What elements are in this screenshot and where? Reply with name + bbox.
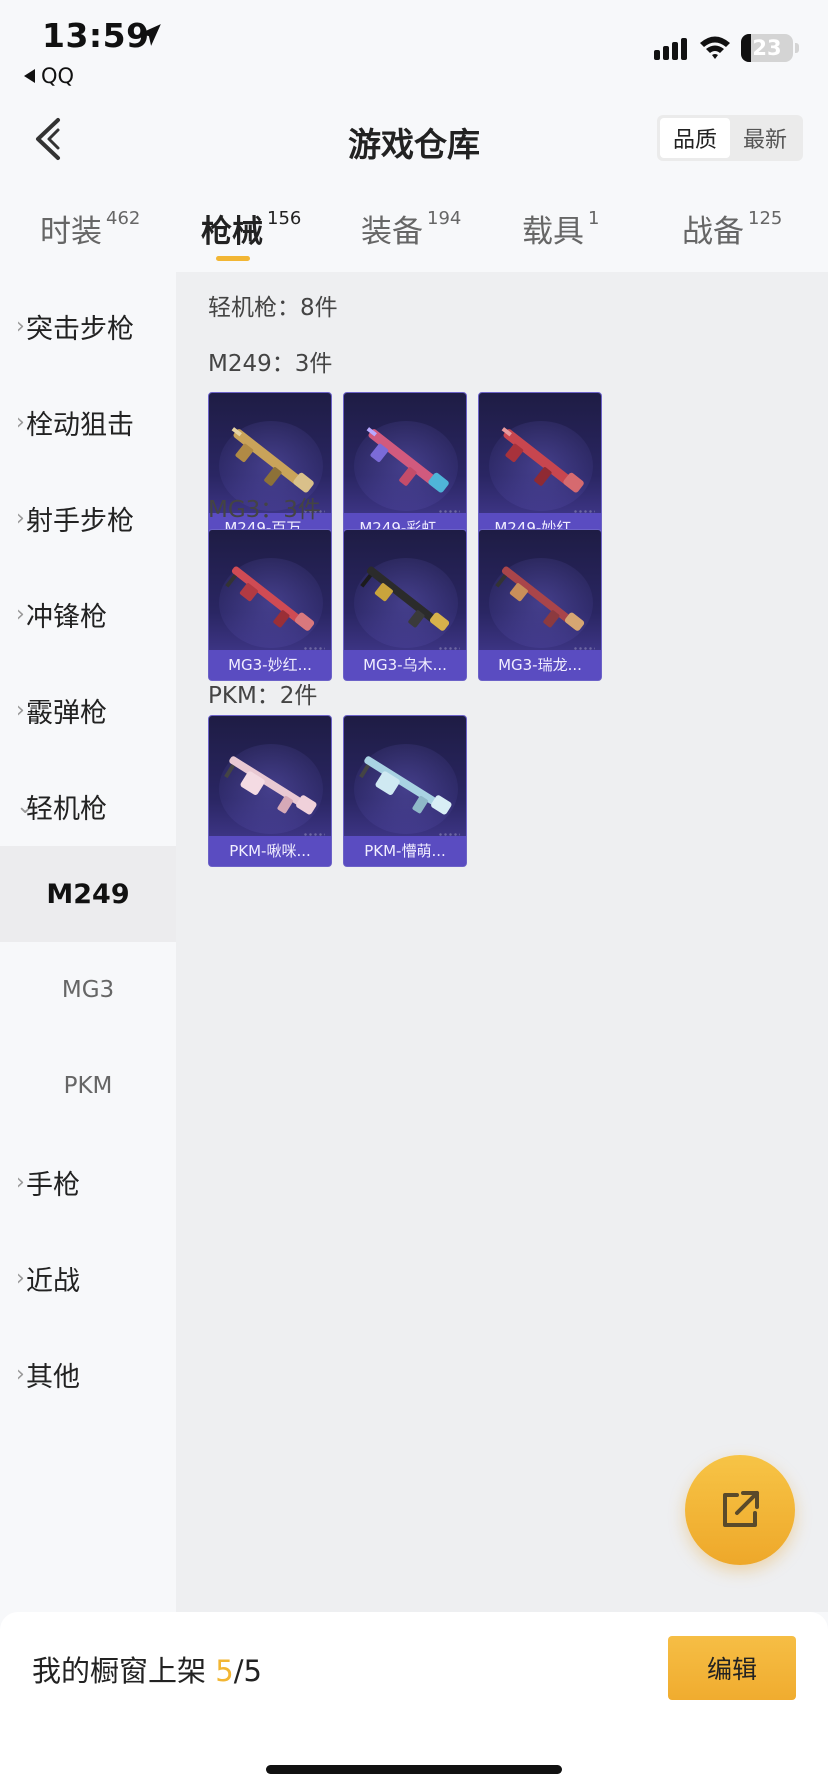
item-name: PKM-啾咪... xyxy=(209,836,331,866)
back-triangle-icon xyxy=(24,69,35,83)
battery-indicator: 23 xyxy=(741,34,793,62)
back-app-label: QQ xyxy=(41,64,75,88)
sidebar-item-bolt-sniper[interactable]: › 栓动狙击 xyxy=(0,374,176,470)
location-arrow-icon xyxy=(139,24,161,46)
sidebar-subitem-m249[interactable]: M249 xyxy=(0,846,176,942)
sidebar-item-label: 霰弹枪 xyxy=(26,697,107,729)
sidebar-item-smg[interactable]: › 冲锋枪 xyxy=(0,566,176,662)
chevron-right-icon: › xyxy=(16,1265,25,1291)
gun-skin-image xyxy=(225,566,315,631)
tab-equipment[interactable]: 装备 194 xyxy=(361,206,461,251)
page-header: 游戏仓库 品质 最新 xyxy=(0,96,828,188)
share-button[interactable] xyxy=(685,1455,795,1565)
group-title-m249: M249：3件 xyxy=(208,351,333,377)
sort-toggle: 品质 最新 xyxy=(657,115,803,161)
tab-count: 194 xyxy=(427,208,462,229)
sidebar-item-label: 轻机枪 xyxy=(26,793,107,825)
chevron-down-icon: ⌄ xyxy=(16,793,35,819)
share-external-icon xyxy=(723,1491,759,1527)
tab-label: 枪械 xyxy=(201,214,263,250)
sidebar-subitem-mg3[interactable]: MG3 xyxy=(0,942,176,1038)
tab-label: 战备 xyxy=(682,214,744,250)
item-card[interactable]: M249-妙红... xyxy=(478,392,602,544)
gun-skin-image xyxy=(501,427,584,493)
group-title-mg3: MG3：3件 xyxy=(208,497,321,523)
tab-vehicles[interactable]: 载具 1 xyxy=(522,206,599,251)
gun-skin-image xyxy=(366,427,449,493)
tab-count: 156 xyxy=(267,208,302,229)
showcase-total: /5 xyxy=(233,1654,262,1688)
sidebar-item-label: 手枪 xyxy=(26,1169,80,1201)
status-bar: 13:59 QQ 23 xyxy=(0,0,828,96)
gun-skin-image xyxy=(495,566,585,631)
category-title: 轻机枪：8件 xyxy=(208,295,338,321)
tab-label: 时装 xyxy=(40,214,102,250)
showcase-count: 5 xyxy=(215,1654,234,1688)
sidebar-item-label: 栓动狙击 xyxy=(26,409,134,441)
signal-icon xyxy=(654,38,687,60)
chevron-right-icon: › xyxy=(16,1361,25,1387)
gun-skin-image xyxy=(359,756,452,815)
sidebar-item-other[interactable]: › 其他 xyxy=(0,1326,176,1422)
item-card[interactable]: MG3-乌木... xyxy=(343,529,467,681)
gun-skin-image xyxy=(360,566,450,631)
sidebar-item-label: 冲锋枪 xyxy=(26,601,107,633)
status-time: 13:59 xyxy=(42,16,150,55)
item-grid-panel: 轻机枪：8件 M249：3件 M249-百万... M249-彩虹... M24… xyxy=(176,272,828,1612)
category-tabs: 时装 462 枪械 156 装备 194 载具 1 战备 125 xyxy=(0,188,828,272)
edit-button[interactable]: 编辑 xyxy=(668,1636,796,1700)
gun-skin-image xyxy=(224,756,317,815)
showcase-label: 我的橱窗上架 xyxy=(32,1654,207,1688)
sidebar-item-label: 近战 xyxy=(26,1265,80,1297)
sidebar-item-label: 射手步枪 xyxy=(26,505,134,537)
chevron-right-icon: › xyxy=(16,697,25,723)
sidebar-subitem-pkm[interactable]: PKM xyxy=(0,1038,176,1134)
back-to-app-link[interactable]: QQ xyxy=(24,64,74,88)
item-card[interactable]: MG3-妙红... xyxy=(208,529,332,681)
battery-tip xyxy=(795,43,799,53)
showcase-status: 我的橱窗上架 5/5 xyxy=(32,1648,262,1690)
chevron-right-icon: › xyxy=(16,409,25,435)
tab-label: 装备 xyxy=(361,214,423,250)
wifi-icon xyxy=(700,36,730,59)
sort-by-quality[interactable]: 品质 xyxy=(660,118,730,158)
sidebar-item-lmg[interactable]: ⌄ 轻机枪 xyxy=(0,758,176,854)
sidebar-item-label: 突击步枪 xyxy=(26,313,134,345)
group-title-pkm: PKM：2件 xyxy=(208,683,318,709)
item-card[interactable]: PKM-懵萌... xyxy=(343,715,467,867)
item-card[interactable]: MG3-瑞龙... xyxy=(478,529,602,681)
sidebar-item-marksman-rifle[interactable]: › 射手步枪 xyxy=(0,470,176,566)
tab-count: 462 xyxy=(106,208,141,229)
tab-count: 1 xyxy=(588,208,600,229)
tab-label: 载具 xyxy=(522,214,584,250)
chevron-right-icon: › xyxy=(16,505,25,531)
sort-by-newest[interactable]: 最新 xyxy=(730,118,800,158)
sidebar-item-pistol[interactable]: › 手枪 xyxy=(0,1134,176,1230)
item-card[interactable]: M249-彩虹... xyxy=(343,392,467,544)
item-name: MG3-瑞龙... xyxy=(479,650,601,680)
active-tab-indicator xyxy=(216,256,250,261)
chevron-right-icon: › xyxy=(16,601,25,627)
sidebar-item-shotgun[interactable]: › 霰弹枪 xyxy=(0,662,176,758)
battery-level: 23 xyxy=(752,36,782,60)
category-sidebar: › 突击步枪 › 栓动狙击 › 射手步枪 › 冲锋枪 › 霰弹枪 ⌄ 轻机枪 M… xyxy=(0,272,176,1612)
sidebar-item-label: 其他 xyxy=(26,1361,80,1393)
chevron-right-icon: › xyxy=(16,1169,25,1195)
home-indicator[interactable] xyxy=(266,1765,562,1774)
tab-supplies[interactable]: 战备 125 xyxy=(682,206,782,251)
tab-fashion[interactable]: 时装 462 xyxy=(40,206,140,251)
tab-firearms[interactable]: 枪械 156 xyxy=(201,206,301,251)
item-name: MG3-乌木... xyxy=(344,650,466,680)
item-name: PKM-懵萌... xyxy=(344,836,466,866)
chevron-right-icon: › xyxy=(16,313,25,339)
item-card[interactable]: PKM-啾咪... xyxy=(208,715,332,867)
sidebar-item-melee[interactable]: › 近战 xyxy=(0,1230,176,1326)
sidebar-item-assault-rifle[interactable]: › 突击步枪 xyxy=(0,278,176,374)
tab-count: 125 xyxy=(748,208,783,229)
